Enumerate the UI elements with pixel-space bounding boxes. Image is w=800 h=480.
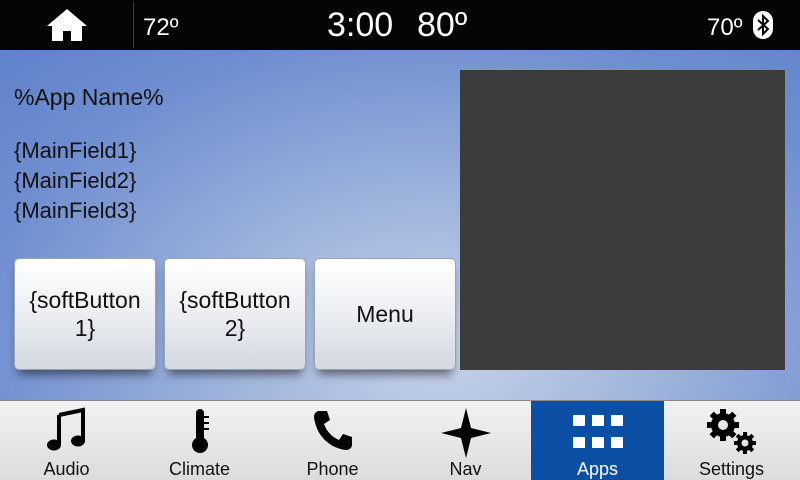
- clock: 3:00: [327, 6, 394, 44]
- nav-item-settings[interactable]: Settings: [665, 401, 798, 480]
- nav-item-audio[interactable]: Audio: [0, 401, 133, 480]
- thermometer-icon: [191, 409, 209, 453]
- cabin-temperature-right: 70º: [707, 14, 743, 41]
- nav-item-label: Nav: [449, 459, 482, 479]
- nav-item-label: Phone: [306, 459, 359, 479]
- status-bar: 72º 3:00 80º 70º: [0, 0, 800, 50]
- compass-star-icon: [440, 408, 491, 458]
- cabin-temperature-left: 80º: [417, 6, 468, 44]
- main-field-2: {MainField2}: [14, 168, 137, 193]
- nav-item-label: Settings: [698, 459, 765, 479]
- grid-icon: [572, 415, 623, 448]
- menu-button[interactable]: Menu: [314, 258, 456, 370]
- nav-item-label: Climate: [168, 459, 230, 479]
- template-main-area: %App Name% {MainField1} {MainField2} {Ma…: [0, 50, 800, 400]
- nav-item-label: Audio: [43, 459, 90, 479]
- home-icon[interactable]: [46, 8, 88, 42]
- soft-button-2[interactable]: {softButton2}: [164, 258, 306, 370]
- main-field-3: {MainField3}: [14, 198, 137, 223]
- graphic-panel: [460, 70, 785, 370]
- app-name: %App Name%: [14, 84, 164, 110]
- nav-item-phone[interactable]: Phone: [266, 401, 399, 480]
- main-field-1: {MainField1}: [14, 138, 137, 163]
- status-divider: [133, 2, 134, 48]
- bottom-nav: Audio Climate Phone Nav Apps Settings: [0, 400, 800, 480]
- phone-icon: [313, 411, 352, 450]
- gears-icon: [706, 409, 756, 454]
- music-note-icon: [46, 407, 85, 451]
- outside-temperature: 72º: [143, 14, 179, 41]
- menu-button-label: Menu: [356, 301, 414, 327]
- soft-button-1-label: {softButton1}: [29, 287, 141, 341]
- soft-button-2-label: {softButton2}: [179, 287, 291, 341]
- nav-item-apps[interactable]: Apps: [531, 401, 664, 480]
- nav-item-label: Apps: [576, 459, 619, 479]
- bluetooth-icon: [753, 11, 773, 39]
- nav-item-nav[interactable]: Nav: [399, 401, 532, 480]
- nav-item-climate[interactable]: Climate: [133, 401, 266, 480]
- soft-button-1[interactable]: {softButton1}: [14, 258, 156, 370]
